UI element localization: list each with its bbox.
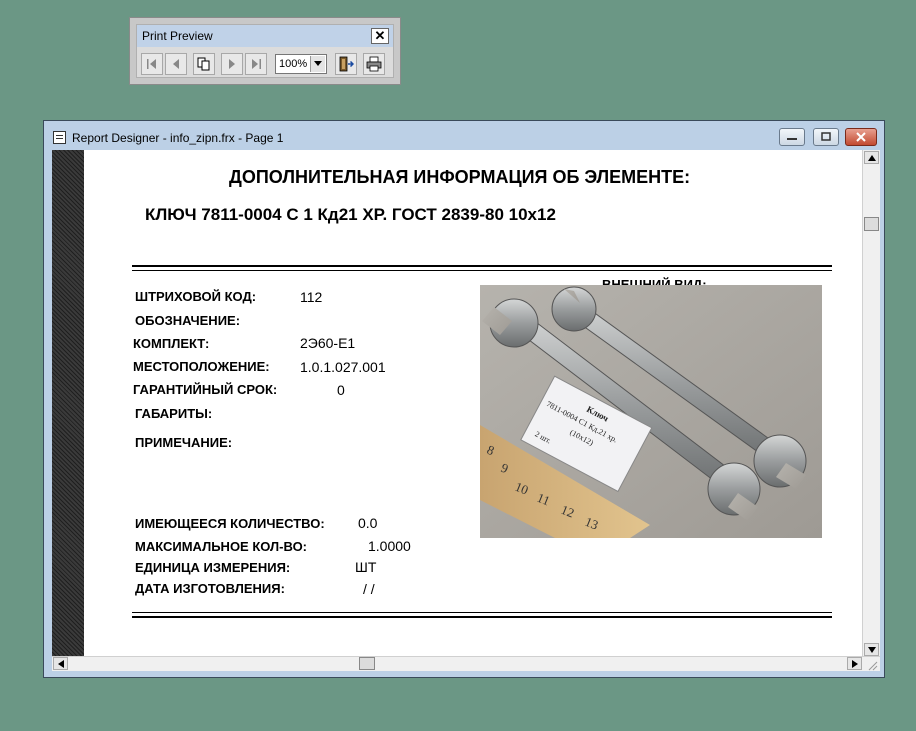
max-quantity-label: МАКСИМАЛЬНОЕ КОЛ-ВО: <box>135 539 308 554</box>
last-page-icon <box>252 59 261 69</box>
arrow-down-icon <box>867 646 876 653</box>
horizontal-scroll-thumb[interactable] <box>359 657 375 670</box>
arrow-left-icon <box>57 659 64 668</box>
bottom-rule-thin <box>132 612 832 613</box>
zoom-value: 100% <box>279 58 308 70</box>
wrench-photo: 8 9 10 11 12 13 Ключ 7811-0004 С1 Кд.21 … <box>480 285 822 538</box>
window-titlebar[interactable]: Report Designer - info_zipn.frx - Page 1 <box>44 121 884 151</box>
scroll-down-button[interactable] <box>864 643 879 656</box>
top-rule-thin <box>132 270 832 271</box>
vertical-scroll-thumb[interactable] <box>864 217 879 231</box>
warranty-value: 0 <box>337 382 345 398</box>
bottom-rule <box>132 616 832 618</box>
maximize-icon <box>821 132 831 141</box>
multi-page-button[interactable] <box>193 53 215 75</box>
scroll-left-button[interactable] <box>53 657 68 670</box>
report-file-icon <box>53 131 66 144</box>
first-page-button[interactable] <box>141 53 163 75</box>
manufacture-date-label: ДАТА ИЗГОТОВЛЕНИЯ: <box>135 581 285 596</box>
print-preview-toolbar: Print Preview ✕ 100% <box>129 17 401 85</box>
next-page-icon <box>229 59 235 69</box>
print-preview-close-button[interactable]: ✕ <box>371 28 389 44</box>
pages-icon <box>197 57 210 71</box>
arrow-right-icon <box>851 659 858 668</box>
item-name: КЛЮЧ 7811-0004 С 1 Кд21 ХР. ГОСТ 2839-80… <box>145 205 556 224</box>
minimize-icon <box>787 138 797 140</box>
print-preview-title: Print Preview <box>142 29 213 43</box>
exit-door-icon <box>339 56 354 72</box>
next-page-button[interactable] <box>221 53 243 75</box>
top-rule <box>132 265 832 267</box>
minimize-button[interactable] <box>779 128 805 146</box>
kit-label: КОМПЛЕКТ: <box>133 336 210 351</box>
vertical-scrollbar[interactable] <box>862 150 880 657</box>
print-preview-titlebar[interactable]: Print Preview <box>137 25 393 47</box>
scroll-right-button[interactable] <box>847 657 862 670</box>
max-quantity-value: 1.0000 <box>368 538 411 554</box>
kit-value: 2Э60-Е1 <box>300 335 356 351</box>
previous-page-icon <box>173 59 179 69</box>
barcode-value: 112 <box>300 289 323 305</box>
manufacture-date-value: / / <box>363 581 375 597</box>
quantity-label: ИМЕЮЩЕЕСЯ КОЛИЧЕСТВО: <box>135 516 325 531</box>
report-canvas[interactable]: ДОПОЛНИТЕЛЬНАЯ ИНФОРМАЦИЯ ОБ ЭЛЕМЕНТЕ: К… <box>52 150 880 671</box>
dimensions-label: ГАБАРИТЫ: <box>135 406 213 421</box>
report-designer-window: Report Designer - info_zipn.frx - Page 1… <box>43 120 885 678</box>
location-value: 1.0.1.027.001 <box>300 359 386 375</box>
printer-icon <box>366 56 382 72</box>
report-page: ДОПОЛНИТЕЛЬНАЯ ИНФОРМАЦИЯ ОБ ЭЛЕМЕНТЕ: К… <box>52 150 863 657</box>
report-header: ДОПОЛНИТЕЛЬНАЯ ИНФОРМАЦИЯ ОБ ЭЛЕМЕНТЕ: <box>229 167 691 187</box>
warranty-label: ГАРАНТИЙНЫЙ СРОК: <box>133 382 278 397</box>
chevron-down-icon <box>314 61 322 66</box>
last-page-button[interactable] <box>245 53 267 75</box>
note-label: ПРИМЕЧАНИЕ: <box>135 435 233 450</box>
first-page-icon <box>147 59 156 69</box>
print-preview-panel: Print Preview ✕ 100% <box>136 24 394 78</box>
unit-label: ЕДИНИЦА ИЗМЕРЕНИЯ: <box>135 560 291 575</box>
scroll-up-button[interactable] <box>864 151 879 164</box>
zoom-dropdown-arrow[interactable] <box>310 56 325 72</box>
window-close-button[interactable] <box>845 128 877 146</box>
barcode-label: ШТРИХОВОЙ КОД: <box>135 289 257 304</box>
print-button[interactable] <box>363 53 385 75</box>
previous-page-button[interactable] <box>165 53 187 75</box>
arrow-up-icon <box>867 154 876 161</box>
close-icon <box>856 132 866 142</box>
maximize-button[interactable] <box>813 128 839 146</box>
horizontal-scrollbar[interactable] <box>52 656 880 671</box>
location-label: МЕСТОПОЛОЖЕНИЕ: <box>133 359 270 374</box>
quantity-value: 0.0 <box>358 515 378 531</box>
designation-label: ОБОЗНАЧЕНИЕ: <box>135 313 241 328</box>
close-preview-button[interactable] <box>335 53 357 75</box>
resize-grip-icon[interactable] <box>866 658 878 671</box>
unit-value: ШТ <box>355 559 377 575</box>
window-title: Report Designer - info_zipn.frx - Page 1 <box>72 131 284 145</box>
zoom-select[interactable]: 100% <box>275 54 327 74</box>
